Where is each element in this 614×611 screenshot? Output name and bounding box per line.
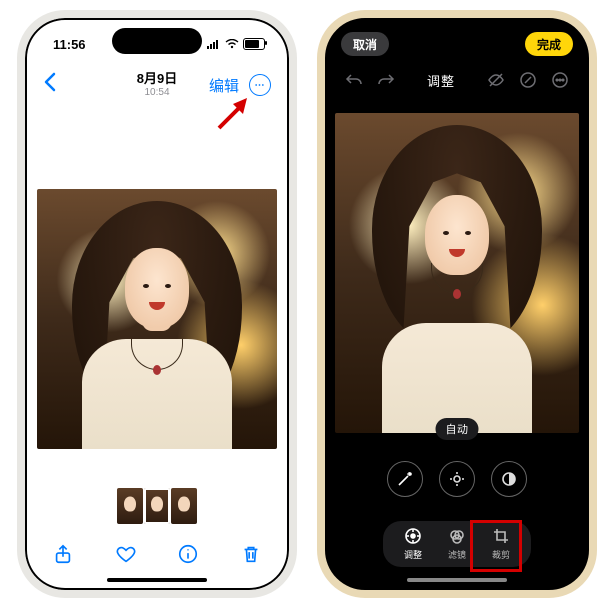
thumbnail[interactable]	[144, 488, 170, 524]
nav-title: 8月9日 10:54	[137, 72, 177, 97]
edit-mode-title: 调整	[395, 71, 487, 90]
hide-icon[interactable]	[487, 71, 505, 89]
undo-icon[interactable]	[345, 71, 363, 89]
dynamic-island	[112, 28, 202, 54]
photo-time: 10:54	[137, 87, 177, 98]
thumbnail[interactable]	[171, 488, 197, 524]
trash-icon[interactable]	[239, 542, 263, 566]
done-button[interactable]: 完成	[525, 32, 573, 56]
photo-viewer[interactable]	[29, 184, 285, 454]
displayed-photo	[335, 113, 579, 433]
auto-enhance-icon[interactable]	[387, 461, 423, 497]
nav-bar: 8月9日 10:54 编辑	[29, 66, 285, 104]
auto-label[interactable]: 自动	[436, 418, 479, 440]
thumbnail-strip[interactable]	[29, 488, 285, 524]
bottom-toolbar	[29, 530, 285, 578]
photo-date: 8月9日	[137, 72, 177, 86]
tab-crop-label: 裁剪	[492, 548, 510, 561]
share-icon[interactable]	[51, 542, 75, 566]
tab-filters[interactable]: 滤镜	[435, 527, 479, 561]
more-button[interactable]	[249, 74, 271, 96]
status-time: 11:56	[53, 37, 86, 52]
brilliance-icon[interactable]	[491, 461, 527, 497]
home-indicator[interactable]	[107, 578, 207, 582]
dynamic-island	[412, 28, 502, 54]
status-indicators	[207, 37, 265, 52]
markup-icon[interactable]	[519, 71, 537, 89]
phone-edit-view: 取消 完成 调整	[317, 10, 597, 598]
thumbnail[interactable]	[117, 488, 143, 524]
heart-icon[interactable]	[114, 542, 138, 566]
edit-more-icon[interactable]	[551, 71, 569, 89]
battery-icon	[243, 38, 265, 50]
info-icon[interactable]	[176, 542, 200, 566]
cancel-button[interactable]: 取消	[341, 32, 389, 56]
tab-crop[interactable]: 裁剪	[479, 527, 523, 561]
back-button[interactable]	[43, 72, 57, 98]
exposure-icon[interactable]	[439, 461, 475, 497]
tab-filters-label: 滤镜	[448, 548, 466, 561]
redo-icon[interactable]	[377, 71, 395, 89]
edit-tab-bar: 调整 滤镜 裁剪	[329, 514, 585, 574]
displayed-photo	[37, 189, 277, 449]
adjustment-dials	[329, 454, 585, 504]
edit-photo-canvas[interactable]: 自动	[329, 98, 585, 448]
tab-adjust[interactable]: 调整	[391, 527, 435, 561]
edit-button[interactable]: 编辑	[209, 75, 239, 96]
tab-adjust-label: 调整	[404, 548, 422, 561]
wifi-icon	[225, 37, 239, 52]
edit-controls-row: 调整	[329, 66, 585, 94]
home-indicator[interactable]	[407, 578, 507, 582]
signal-icon	[207, 37, 221, 52]
phone-photos-view: 11:56 8月9日 10:54 编辑	[17, 10, 297, 598]
